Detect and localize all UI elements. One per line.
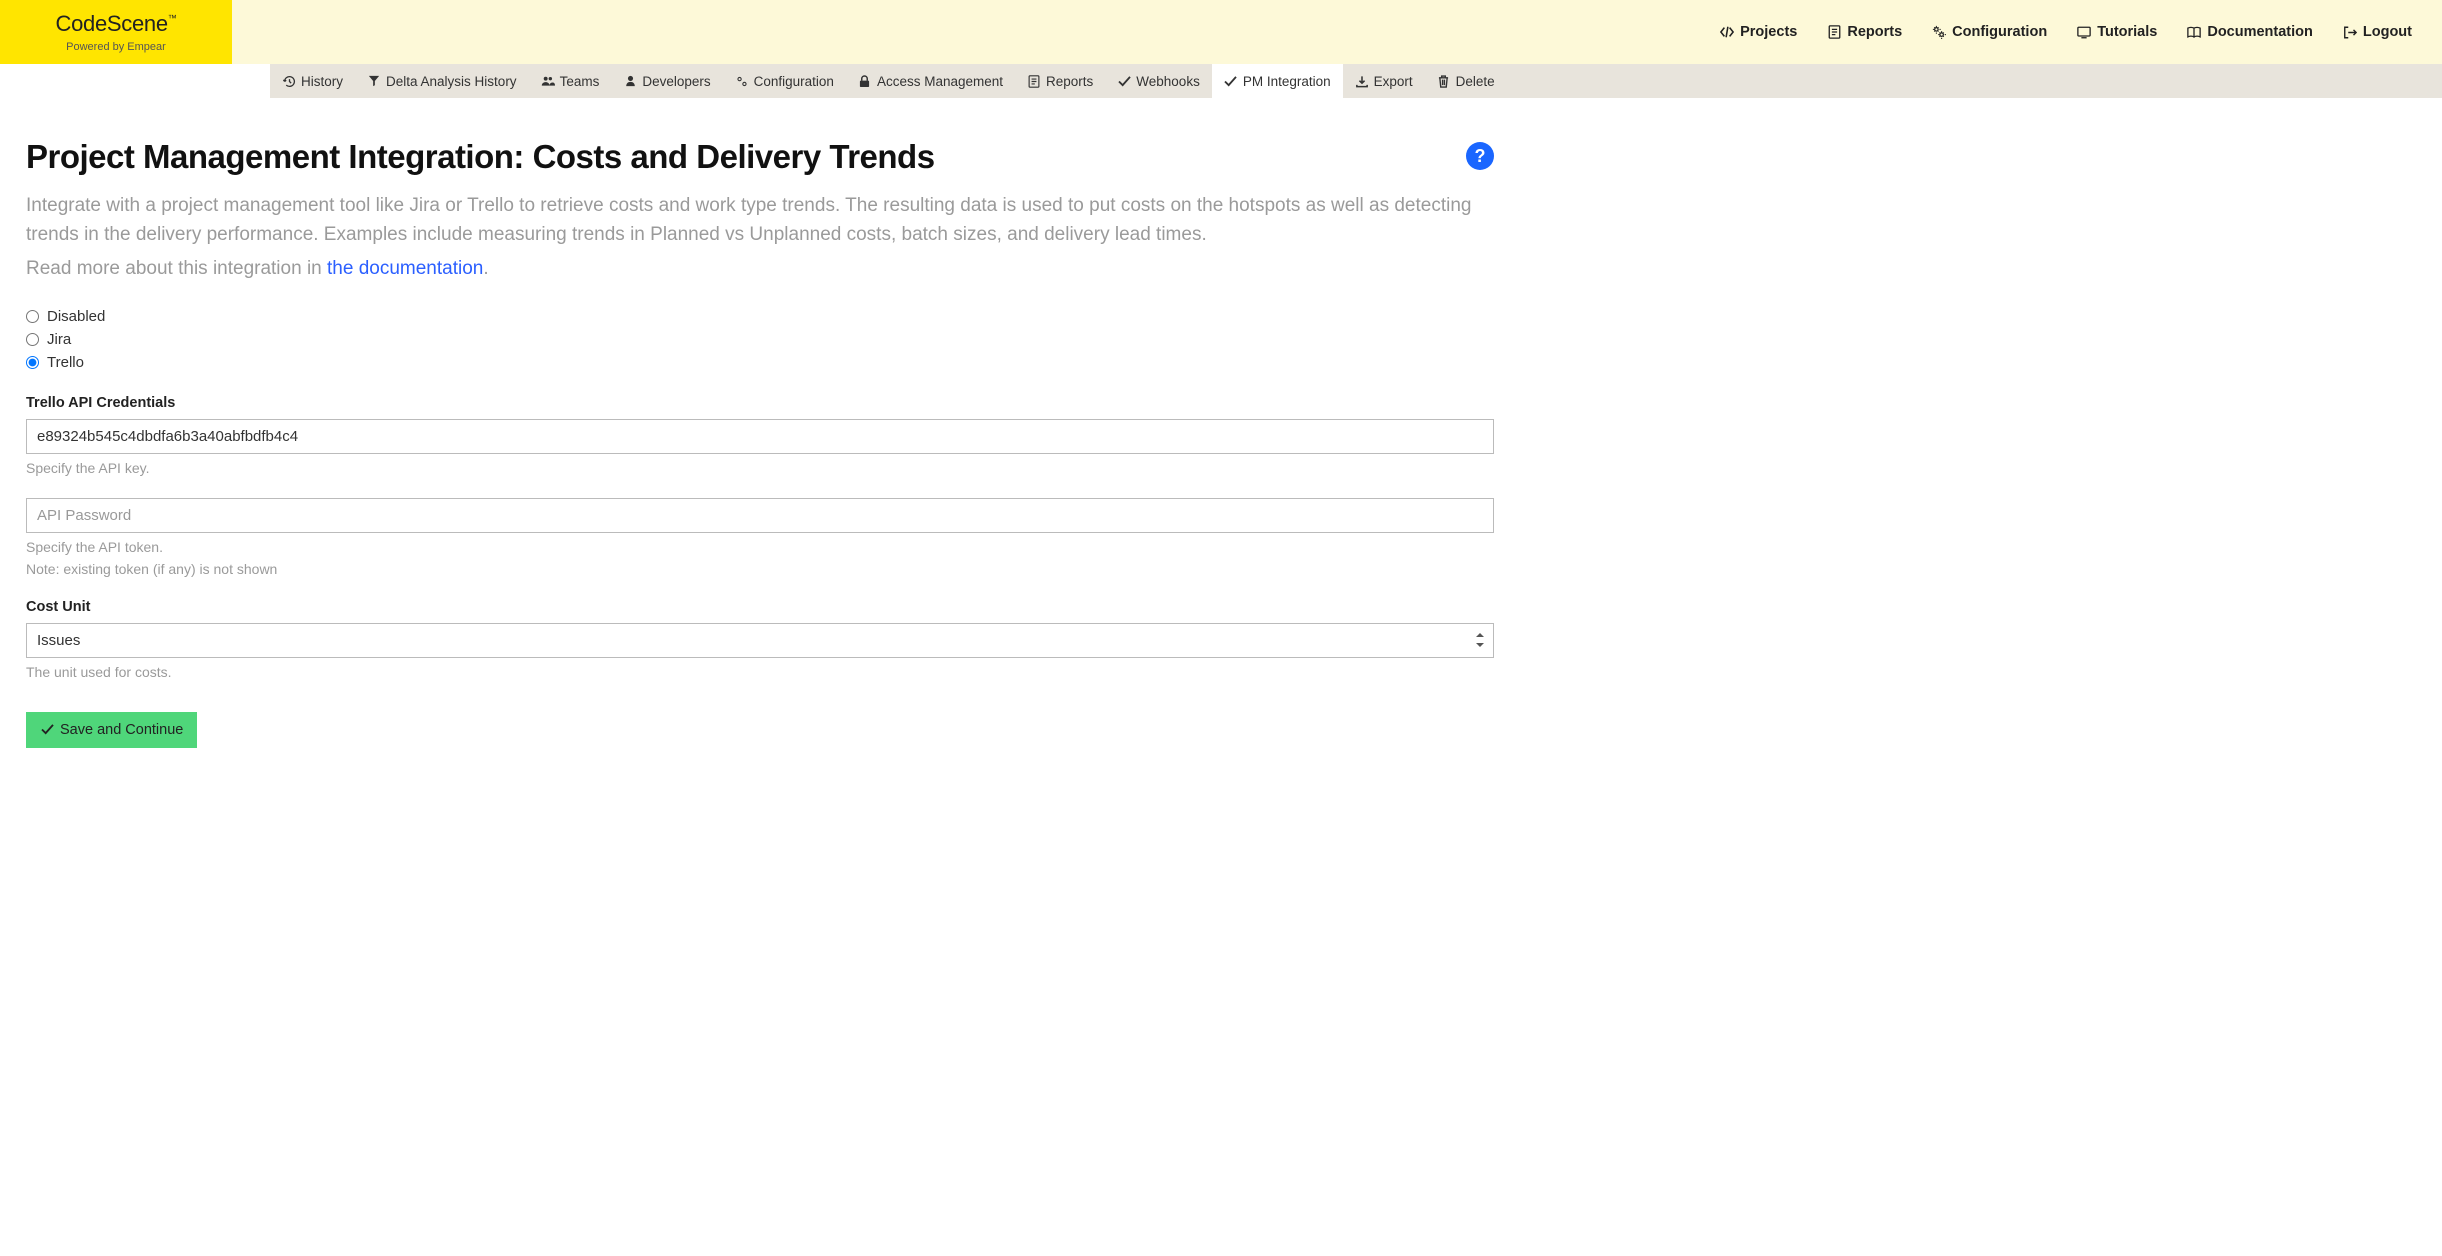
subnav-access-label: Access Management [877,74,1003,89]
download-icon [1355,74,1369,88]
save-button-label: Save and Continue [60,722,183,738]
trademark: ™ [168,13,177,23]
radio-trello-label: Trello [47,354,84,371]
page-title: Project Management Integration: Costs an… [26,138,935,176]
subnav-pm-integration[interactable]: PM Integration [1212,64,1343,98]
filter-icon [367,74,381,88]
nav-configuration[interactable]: Configuration [1932,24,2047,40]
cost-unit-section: Cost Unit Issues The unit used for costs… [26,599,1494,680]
radio-trello[interactable]: Trello [26,354,1494,371]
gears-icon [1932,25,1946,39]
lock-icon [858,74,872,88]
trash-icon [1437,74,1451,88]
nav-reports-label: Reports [1847,24,1902,40]
nav-tutorials-label: Tutorials [2097,24,2157,40]
sub-nav: History Delta Analysis History Teams Dev… [270,64,2442,98]
subnav-reports[interactable]: Reports [1015,64,1105,98]
api-password-note: Note: existing token (if any) is not sho… [26,561,1494,577]
report-icon [1827,25,1841,39]
nav-tutorials[interactable]: Tutorials [2077,24,2157,40]
book-icon [2187,25,2201,39]
subnav-configuration-label: Configuration [754,74,834,89]
subnav-developers[interactable]: Developers [611,64,722,98]
intro-text-2: Read more about this integration in the … [26,255,1494,284]
subnav-history[interactable]: History [270,64,355,98]
subnav-developers-label: Developers [642,74,710,89]
subnav-export[interactable]: Export [1343,64,1425,98]
subnav-reports-label: Reports [1046,74,1093,89]
subnav-delta[interactable]: Delta Analysis History [355,64,529,98]
subnav-teams-label: Teams [560,74,600,89]
subnav-history-label: History [301,74,343,89]
radio-disabled[interactable]: Disabled [26,308,1494,325]
radio-trello-input[interactable] [26,356,39,369]
brand-subtitle: Powered by Empear [66,41,166,53]
nav-logout-label: Logout [2363,24,2412,40]
code-icon [1720,25,1734,39]
api-password-help: Specify the API token. [26,539,1494,555]
gears-icon [735,74,749,88]
nav-logout[interactable]: Logout [2343,24,2412,40]
top-nav: Projects Reports Configuration Tutorials… [232,0,2442,64]
subnav-access[interactable]: Access Management [846,64,1015,98]
nav-projects-label: Projects [1740,24,1797,40]
subnav-teams[interactable]: Teams [529,64,612,98]
help-button[interactable]: ? [1466,142,1494,170]
api-key-help: Specify the API key. [26,460,1494,476]
intro-suffix: . [483,258,488,279]
documentation-link[interactable]: the documentation [327,258,483,279]
top-bar: CodeScene™ Powered by Empear Projects Re… [0,0,2442,64]
cost-unit-label: Cost Unit [26,599,1494,615]
radio-jira[interactable]: Jira [26,331,1494,348]
check-icon [40,723,54,737]
users-icon [541,74,555,88]
nav-configuration-label: Configuration [1952,24,2047,40]
save-button[interactable]: Save and Continue [26,712,197,748]
radio-disabled-label: Disabled [47,308,105,325]
monitor-icon [2077,25,2091,39]
check-icon [1117,74,1131,88]
nav-documentation[interactable]: Documentation [2187,24,2313,40]
subnav-export-label: Export [1374,74,1413,89]
subnav-delete[interactable]: Delete [1425,64,1507,98]
radio-jira-label: Jira [47,331,71,348]
credentials-section: Trello API Credentials Specify the API k… [26,395,1494,476]
subnav-webhooks-label: Webhooks [1136,74,1200,89]
main-content: Project Management Integration: Costs an… [0,98,1520,788]
api-password-section: Specify the API token. Note: existing to… [26,498,1494,577]
brand-name: CodeScene [56,11,168,36]
logout-icon [2343,25,2357,39]
radio-disabled-input[interactable] [26,310,39,323]
user-icon [623,74,637,88]
api-key-input[interactable] [26,419,1494,454]
subnav-delta-label: Delta Analysis History [386,74,517,89]
subnav-webhooks[interactable]: Webhooks [1105,64,1212,98]
nav-projects[interactable]: Projects [1720,24,1797,40]
subnav-pm-label: PM Integration [1243,74,1331,89]
subnav-delete-label: Delete [1456,74,1495,89]
radio-jira-input[interactable] [26,333,39,346]
credentials-label: Trello API Credentials [26,395,1494,411]
integration-radio-group: Disabled Jira Trello [26,308,1494,371]
logo-block[interactable]: CodeScene™ Powered by Empear [0,0,232,64]
nav-documentation-label: Documentation [2207,24,2313,40]
subnav-configuration[interactable]: Configuration [723,64,846,98]
history-icon [282,74,296,88]
api-password-input[interactable] [26,498,1494,533]
intro-text-1: Integrate with a project management tool… [26,192,1494,249]
cost-unit-select[interactable]: Issues [26,623,1494,658]
nav-reports[interactable]: Reports [1827,24,1902,40]
cost-unit-help: The unit used for costs. [26,664,1494,680]
intro-prefix: Read more about this integration in [26,258,327,279]
report-icon [1027,74,1041,88]
check-icon [1224,74,1238,88]
logo-text: CodeScene™ [56,11,177,37]
question-icon: ? [1475,146,1486,167]
